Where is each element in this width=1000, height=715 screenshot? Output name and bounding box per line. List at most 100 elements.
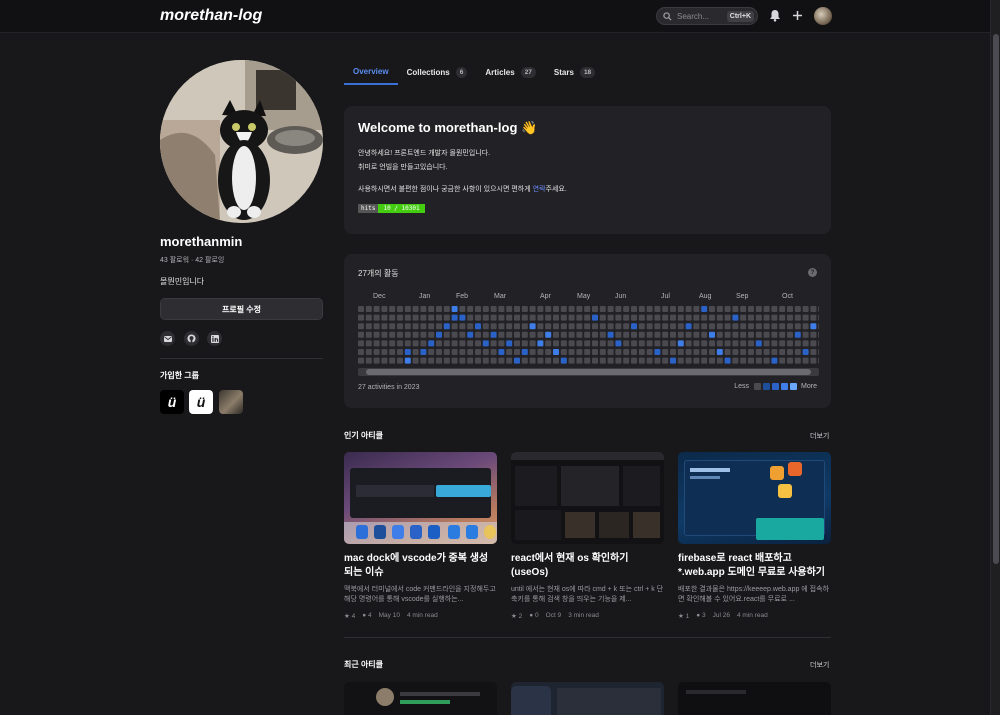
activity-day-cell (420, 314, 427, 321)
contact-link[interactable]: 연락 (533, 186, 546, 193)
article-thumbnail[interactable] (344, 682, 497, 715)
activity-day-cell (428, 306, 435, 312)
activity-day-cell (670, 306, 676, 312)
more-link[interactable]: 더보기 (810, 431, 829, 441)
bell-icon[interactable] (769, 9, 781, 22)
article-thumbnail[interactable] (678, 682, 831, 715)
activity-day-cell (787, 314, 793, 321)
activity-day-cell (646, 357, 653, 364)
activity-day-cell (599, 340, 606, 347)
article-thumbnail (678, 452, 831, 544)
activity-day-cell (475, 314, 481, 321)
activity-day-cell (794, 331, 801, 338)
activity-day-cell (810, 349, 817, 355)
activity-day-cell (553, 331, 559, 338)
activity-day-cell (592, 314, 598, 321)
email-icon[interactable] (160, 331, 175, 346)
activity-day-cell (779, 357, 786, 364)
top-navbar: morethan-log Search... Ctrl+K (0, 0, 990, 33)
activity-day-cell (693, 340, 700, 347)
activity-day-cell (529, 340, 536, 347)
activity-day-cell (451, 357, 458, 364)
activity-day-cell (794, 306, 801, 312)
activity-day-cell (576, 314, 583, 321)
tab-count: 6 (455, 67, 468, 78)
github-icon[interactable] (184, 331, 199, 346)
activity-day-cell (670, 357, 676, 364)
activity-day-cell (568, 323, 575, 330)
activity-day-cell (397, 306, 403, 312)
tab-collections[interactable]: Collections 6 (398, 62, 477, 83)
tab-overview[interactable]: Overview (344, 62, 398, 85)
group-item-image[interactable] (219, 390, 243, 414)
more-link[interactable]: 더보기 (810, 660, 829, 670)
activity-day-cell (748, 331, 754, 338)
article-thumbnail (511, 452, 664, 544)
activity-day-cell (521, 323, 528, 330)
tab-stars[interactable]: Stars 18 (545, 62, 604, 83)
activity-day-cell (358, 331, 364, 338)
activity-day-cell (467, 349, 474, 355)
activity-day-cell (397, 340, 403, 347)
cat-photo (160, 60, 323, 223)
activity-day-cell (631, 340, 637, 347)
plus-icon[interactable] (792, 10, 803, 21)
article-thumbnail[interactable] (511, 682, 664, 715)
activity-day-cell (381, 306, 388, 312)
user-avatar[interactable] (814, 7, 832, 25)
article-card[interactable]: mac dock에 vscode가 중복 생성되는 이슈 맥북에서 터미널에서 … (344, 452, 497, 620)
activity-day-cell (763, 306, 770, 312)
activity-day-cell (709, 306, 715, 312)
article-card[interactable]: firebase로 react 배포하고 *.web.app 도메인 무료로 사… (678, 452, 831, 620)
activity-day-cell (404, 323, 411, 330)
article-title: mac dock에 vscode가 중복 생성되는 이슈 (344, 553, 489, 578)
linkedin-icon[interactable] (207, 331, 222, 346)
activity-day-cell (724, 340, 731, 347)
activity-day-cell (748, 314, 754, 321)
activity-day-cell (677, 349, 684, 355)
activity-day-cell (615, 323, 622, 330)
activity-day-cell (716, 340, 723, 347)
activity-day-cell (498, 340, 505, 347)
activity-day-cell (475, 323, 481, 330)
activity-day-cell (358, 323, 364, 330)
horizontal-scrollbar[interactable] (358, 368, 819, 376)
activity-day-cell (568, 357, 575, 364)
activity-day-cell (490, 349, 497, 355)
group-item[interactable]: ü (160, 390, 184, 414)
activity-day-cell (615, 306, 622, 312)
month-label: Feb (456, 293, 469, 300)
activity-day-cell (568, 340, 575, 347)
article-card[interactable]: react에서 현재 os 확인하기 (useOs) until 에서는 현재 … (511, 452, 664, 620)
activity-day-cell (358, 357, 364, 364)
activity-day-cell (553, 349, 559, 355)
month-label: Jul (661, 293, 670, 300)
activity-day-cell (599, 323, 606, 330)
welcome-text: 안녕하세요! 프론트엔드 개발자 몰뭔민입니다. (358, 150, 491, 157)
vertical-scrollbar[interactable] (990, 0, 1000, 715)
group-item[interactable]: ü (189, 390, 213, 414)
activity-day-cell (506, 323, 513, 330)
activity-day-cell (740, 357, 747, 364)
activity-day-cell (670, 340, 676, 347)
activity-day-cell (529, 357, 536, 364)
activity-day-cell (615, 314, 622, 321)
profile-tabs: Overview Collections 6 Articles 27 Stars 18 (344, 62, 604, 85)
activity-day-cell (545, 323, 552, 330)
activity-day-cell (592, 349, 598, 355)
activity-day-cell (740, 314, 747, 321)
groups-title: 가입한 그룹 (160, 371, 200, 380)
activity-day-cell (654, 340, 661, 347)
activity-day-cell (810, 357, 817, 364)
tab-articles[interactable]: Articles 27 (476, 62, 545, 83)
activity-day-cell (506, 349, 513, 355)
site-logo[interactable]: morethan-log (160, 7, 262, 25)
search-box[interactable]: Search... Ctrl+K (656, 7, 758, 25)
help-icon[interactable]: ? (808, 268, 817, 277)
activity-day-cell (521, 340, 528, 347)
activity-day-cell (724, 306, 731, 312)
edit-profile-button[interactable]: 프로필 수정 (160, 298, 323, 320)
activity-day-cell (787, 357, 793, 364)
follow-stats[interactable]: 43 팔로워 · 42 팔로잉 (160, 255, 224, 265)
activity-day-cell (560, 331, 567, 338)
